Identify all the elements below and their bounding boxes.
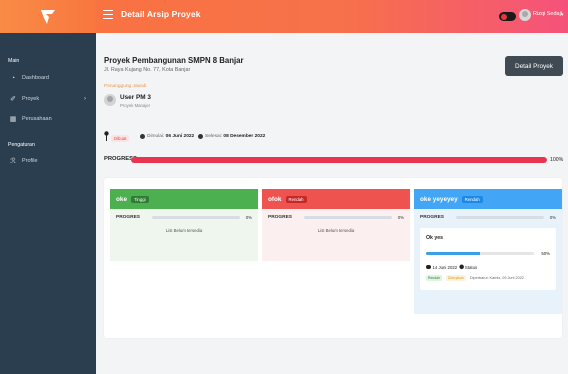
end-label: Selesai: <box>205 134 223 139</box>
priority-tag: Rendah <box>426 275 442 281</box>
column-progress-label: PROGRES <box>268 215 292 220</box>
column-progress-label: PROGRES <box>420 215 444 220</box>
column-progress-pct: 0% <box>549 215 556 220</box>
task-progress-fill <box>426 252 480 255</box>
building-icon: ▦ <box>9 116 17 123</box>
location-pin-icon: ⬤ <box>459 264 464 269</box>
clock-icon <box>140 134 145 139</box>
task-date-value: 14 Juni 2022 <box>432 264 458 270</box>
column-title: ofok <box>268 195 282 203</box>
column-title: oke <box>116 195 128 203</box>
column-progress-bar <box>152 216 240 219</box>
column-body: PROGRES 0% List Belum tersedia <box>110 209 258 261</box>
clock-icon <box>426 264 431 270</box>
theme-toggle[interactable] <box>499 12 516 21</box>
task-date: 14 Juni 2022 ⬤ Status <box>426 264 477 270</box>
profile-icon: ℛ <box>10 158 16 165</box>
sidebar-section-main: Main <box>8 58 20 64</box>
location-pin-icon <box>104 131 109 141</box>
status-tag: Dikerjakan <box>445 275 466 281</box>
column-header[interactable]: oke Tinggi <box>110 189 258 209</box>
user-avatar[interactable] <box>519 9 531 21</box>
empty-list-text: List Belum tersedia <box>317 228 355 233</box>
chevron-right-icon: › <box>84 96 86 102</box>
user-name[interactable]: Rizqi Sedaji <box>533 11 562 17</box>
task-name: Ok yes <box>426 235 444 241</box>
priority-badge: Tinggi <box>131 195 149 203</box>
task-updated-note: Diperbarui: Kamis, 09 Juni 2022 <box>469 276 524 280</box>
task-progress-bar <box>426 252 534 255</box>
chevron-down-icon[interactable]: ▾ <box>561 12 564 18</box>
column-progress: PROGRES 0% <box>116 215 252 220</box>
project-title: Proyek Pembangunan SMPN 8 Banjar <box>104 56 244 65</box>
sidebar-item-label: Proyek <box>22 96 40 102</box>
progress-percent: 100% <box>550 157 564 163</box>
column-title: oke yeyeyey <box>420 195 458 203</box>
status-badge: Dibuat <box>111 135 130 142</box>
dashboard-icon: ◔ <box>10 74 16 82</box>
column-progress-label: PROGRES <box>116 215 140 220</box>
pj-label: Penanggung Jawab <box>104 84 147 89</box>
sidebar-item-perusahaan[interactable]: ▦ Perusahaan <box>8 113 90 125</box>
task-meta: Rendah Dikerjakan Diperbarui: Kamis, 09 … <box>426 275 524 281</box>
column-progress: PROGRES 0% <box>420 215 556 220</box>
sidebar-item-profile[interactable]: ℛ Profile <box>8 155 90 167</box>
column-progress-bar <box>304 216 392 219</box>
app-logo[interactable] <box>0 0 96 33</box>
hamburger-menu-icon[interactable] <box>103 10 113 19</box>
start-label: Dimulai: <box>147 134 165 139</box>
board-column: oke Tinggi PROGRES 0% List Belum tersedi… <box>110 189 258 261</box>
pj-name: User PM 3 <box>120 94 151 101</box>
board-column: oke yeyeyey Rendah PROGRES 0% Ok yes 50%… <box>414 189 562 314</box>
column-progress: PROGRES 0% <box>268 215 404 220</box>
sidebar-item-label: Profile <box>22 158 38 164</box>
sidebar-item-label: Perusahaan <box>22 116 52 122</box>
priority-badge: Rendah <box>285 195 307 203</box>
sidebar-section-settings: Pengaturan <box>8 142 35 148</box>
column-progress-bar <box>456 216 544 219</box>
sidebar-item-dashboard[interactable]: ◔ Dashboard <box>8 72 90 84</box>
task-progress-pct: 50% <box>541 251 550 256</box>
logo-icon <box>41 9 55 24</box>
board-column: ofok Rendah PROGRES 0% List Belum tersed… <box>262 189 410 261</box>
empty-list-text: List Belum tersedia <box>165 228 203 233</box>
sidebar <box>0 33 96 374</box>
column-progress-pct: 0% <box>245 215 252 220</box>
progress-fill <box>131 157 547 163</box>
clock-icon <box>198 134 203 139</box>
avatar <box>104 94 116 106</box>
end-date: Selesai: 08 Desember 2022 <box>205 134 265 139</box>
project-address: Jl. Raya Kujang No. 77, Kota Banjar <box>104 67 191 73</box>
detail-project-button[interactable]: Detail Proyek <box>505 56 563 76</box>
column-body: PROGRES 0% List Belum tersedia <box>262 209 410 261</box>
start-date: Dimulai: 06 Juni 2022 <box>147 134 194 139</box>
pj-role: Proyek Manajer <box>120 103 151 108</box>
progress-bar <box>131 157 547 163</box>
column-header[interactable]: oke yeyeyey Rendah <box>414 189 562 209</box>
task-card[interactable]: Ok yes 50% 14 Juni 2022 ⬤ Status Rendah … <box>420 228 556 290</box>
column-progress-pct: 0% <box>397 215 404 220</box>
sidebar-item-label: Dashboard <box>22 75 49 81</box>
column-body: PROGRES 0% Ok yes 50% 14 Juni 2022 ⬤ Sta… <box>414 209 562 314</box>
sidebar-item-proyek[interactable]: ✐ Proyek › <box>8 93 90 105</box>
project-icon: ✐ <box>10 96 16 103</box>
page-title: Detail Arsip Proyek <box>121 9 201 19</box>
start-date-value: 06 Juni 2022 <box>165 134 195 139</box>
task-status-label: Status <box>464 264 478 270</box>
end-date-value: 08 Desember 2022 <box>223 134 266 139</box>
toggle-knob <box>501 13 507 20</box>
column-header[interactable]: ofok Rendah <box>262 189 410 209</box>
priority-badge: Rendah <box>461 195 483 203</box>
